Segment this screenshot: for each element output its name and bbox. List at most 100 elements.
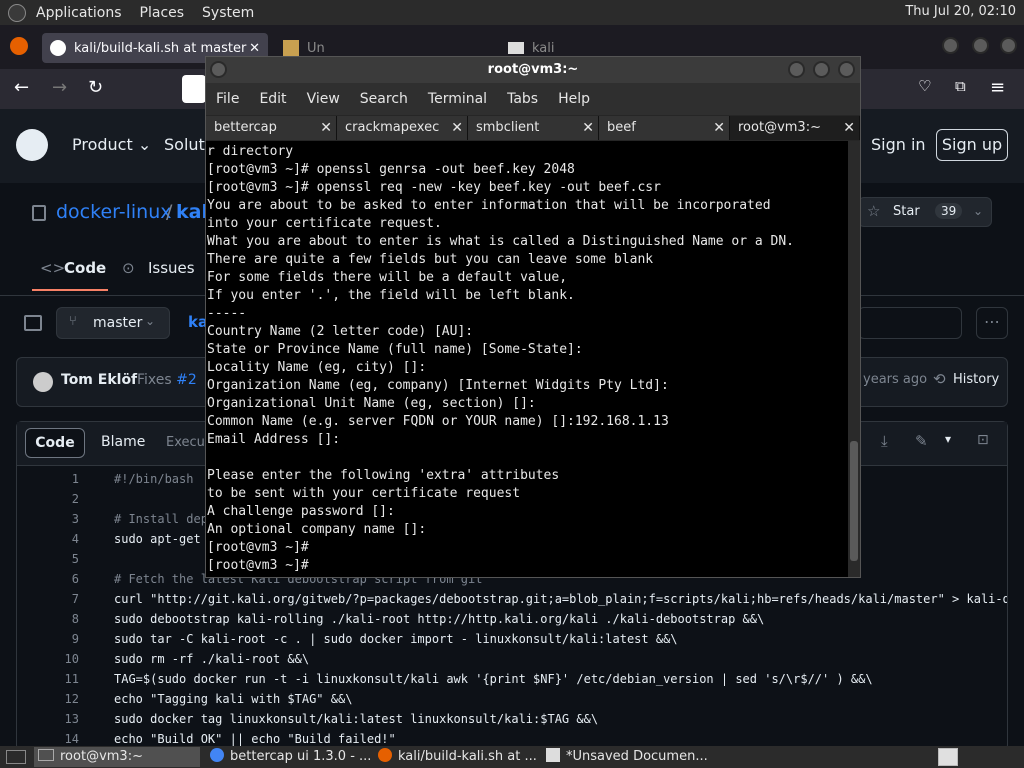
line-number[interactable]: 1 bbox=[17, 472, 79, 486]
close-icon[interactable]: ✕ bbox=[320, 116, 332, 140]
line-number[interactable]: 13 bbox=[17, 712, 79, 726]
line-number[interactable]: 6 bbox=[17, 572, 79, 586]
code-view-button[interactable]: Code bbox=[25, 428, 85, 458]
tab-issues[interactable]: Issues bbox=[148, 259, 195, 277]
close-icon[interactable] bbox=[838, 61, 855, 78]
close-window-icon[interactable] bbox=[1000, 37, 1017, 54]
branch-selector[interactable]: ⑂ master ⌄ bbox=[56, 307, 170, 339]
star-button[interactable]: ☆ Star 39 ⌄ bbox=[858, 197, 992, 227]
line-number[interactable]: 9 bbox=[17, 632, 79, 646]
menu-tabs[interactable]: Tabs bbox=[507, 91, 538, 107]
tab-favicon-icon bbox=[283, 40, 299, 56]
line-number[interactable]: 11 bbox=[17, 672, 79, 686]
terminal-scrollbar[interactable] bbox=[848, 141, 860, 577]
edit-icon[interactable]: ✎ bbox=[915, 432, 928, 450]
line-number[interactable]: 4 bbox=[17, 532, 79, 546]
clock[interactable]: Thu Jul 20, 02:10 bbox=[905, 4, 1016, 19]
code-icon: <> bbox=[40, 259, 66, 277]
download-icon[interactable]: ⤓ bbox=[881, 432, 888, 450]
commit-message[interactable]: Fixes #2 bbox=[137, 372, 197, 388]
menu-icon[interactable]: ≡ bbox=[990, 77, 1005, 98]
terminal-line: Locality Name (eg, city) []: bbox=[207, 360, 427, 375]
line-number[interactable]: 5 bbox=[17, 552, 79, 566]
chevron-down-icon[interactable]: ▾ bbox=[945, 432, 951, 446]
places-menu[interactable]: Places bbox=[140, 5, 185, 21]
terminal-line: A challenge password []: bbox=[207, 504, 395, 519]
line-number[interactable]: 8 bbox=[17, 612, 79, 626]
reload-icon[interactable]: ↻ bbox=[88, 77, 103, 98]
history-icon: ⟲ bbox=[933, 370, 946, 388]
minimize-icon[interactable] bbox=[788, 61, 805, 78]
chevron-down-icon[interactable]: ⌄ bbox=[973, 204, 983, 218]
task-text-editor[interactable]: *Unsaved Documen... bbox=[542, 747, 708, 767]
symbols-icon[interactable]: ⊡ bbox=[977, 432, 989, 448]
more-options-icon[interactable]: ⋯ bbox=[976, 307, 1008, 339]
kali-logo-icon[interactable] bbox=[8, 3, 26, 22]
close-icon[interactable]: ✕ bbox=[451, 116, 463, 140]
menu-view[interactable]: View bbox=[307, 91, 340, 107]
task-bettercap[interactable]: bettercap ui 1.3.0 - ... bbox=[206, 747, 372, 767]
menu-help[interactable]: Help bbox=[558, 91, 590, 107]
file-tree-icon[interactable] bbox=[24, 315, 42, 331]
blame-view-button[interactable]: Blame bbox=[101, 434, 145, 450]
pocket-icon[interactable]: ♡ bbox=[918, 77, 931, 95]
avatar[interactable] bbox=[33, 372, 53, 392]
shield-icon[interactable] bbox=[182, 75, 206, 103]
tab-code[interactable]: Code bbox=[64, 259, 106, 277]
line-number[interactable]: 3 bbox=[17, 512, 79, 526]
extensions-icon[interactable]: ⧉ bbox=[955, 77, 966, 95]
close-icon[interactable]: ✕ bbox=[713, 116, 725, 140]
applications-menu[interactable]: Applications bbox=[36, 5, 122, 21]
sign-in-link[interactable]: Sign in bbox=[871, 135, 926, 154]
repo-name-link[interactable]: kal bbox=[176, 201, 208, 223]
tab-crackmapexec[interactable]: crackmapexec ✕ bbox=[337, 116, 468, 140]
forward-icon[interactable]: → bbox=[52, 77, 67, 98]
tab-favicon-icon bbox=[508, 42, 524, 54]
tab-smbclient[interactable]: smbclient ✕ bbox=[468, 116, 599, 140]
line-number[interactable]: 7 bbox=[17, 592, 79, 606]
tab-root-vm3[interactable]: root@vm3:~ ✕ bbox=[730, 116, 860, 140]
line-number[interactable]: 2 bbox=[17, 492, 79, 506]
terminal-line: r directory bbox=[207, 144, 294, 159]
system-menu[interactable]: System bbox=[202, 5, 254, 21]
menu-search[interactable]: Search bbox=[360, 91, 408, 107]
commit-author[interactable]: Tom Eklöf bbox=[61, 372, 137, 388]
solutions-menu[interactable]: Soluti bbox=[164, 135, 209, 154]
menu-edit[interactable]: Edit bbox=[259, 91, 286, 107]
show-desktop-icon[interactable] bbox=[6, 750, 26, 764]
close-icon[interactable]: ✕ bbox=[249, 41, 260, 56]
task-terminal[interactable]: root@vm3:~ bbox=[34, 747, 200, 767]
line-number[interactable]: 14 bbox=[17, 732, 79, 746]
maximize-icon[interactable] bbox=[972, 37, 989, 54]
sign-up-button[interactable]: Sign up bbox=[936, 129, 1008, 161]
terminal-title[interactable]: root@vm3:~ bbox=[206, 57, 860, 83]
terminal-line: [root@vm3 ~]# openssl genrsa -out beef.k… bbox=[207, 162, 575, 177]
close-icon[interactable]: ✕ bbox=[843, 116, 855, 140]
terminal-line: There are quite a few fields but you can… bbox=[207, 252, 654, 267]
menu-terminal[interactable]: Terminal bbox=[428, 91, 487, 107]
line-number[interactable]: 10 bbox=[17, 652, 79, 666]
repo-owner-link[interactable]: docker-linux bbox=[56, 201, 171, 223]
maximize-icon[interactable] bbox=[813, 61, 830, 78]
issues-icon: ⊙ bbox=[122, 259, 135, 277]
tab-bettercap[interactable]: bettercap ✕ bbox=[206, 116, 337, 140]
menu-file[interactable]: File bbox=[216, 91, 239, 107]
github-favicon-icon bbox=[50, 40, 66, 56]
close-icon[interactable]: ✕ bbox=[582, 116, 594, 140]
history-link[interactable]: History bbox=[953, 372, 999, 387]
window-menu-icon[interactable] bbox=[210, 61, 227, 78]
go-to-file-input[interactable] bbox=[858, 307, 962, 339]
scrollbar-thumb[interactable] bbox=[850, 441, 858, 561]
terminal-output[interactable]: r directory [root@vm3 ~]# openssl genrsa … bbox=[206, 141, 848, 577]
terminal-line: Organization Name (eg, company) [Interne… bbox=[207, 378, 669, 393]
github-logo-icon[interactable] bbox=[16, 129, 48, 161]
workspace-switcher-icon[interactable] bbox=[938, 748, 958, 766]
line-number[interactable]: 12 bbox=[17, 692, 79, 706]
commit-time: years ago bbox=[863, 372, 928, 387]
firefox-icon[interactable] bbox=[10, 37, 28, 55]
minimize-icon[interactable] bbox=[942, 37, 959, 54]
product-menu[interactable]: Product ⌄ bbox=[72, 135, 151, 154]
back-icon[interactable]: ← bbox=[14, 77, 29, 98]
task-firefox[interactable]: kali/build-kali.sh at ... bbox=[374, 747, 540, 767]
tab-beef[interactable]: beef ✕ bbox=[599, 116, 730, 140]
